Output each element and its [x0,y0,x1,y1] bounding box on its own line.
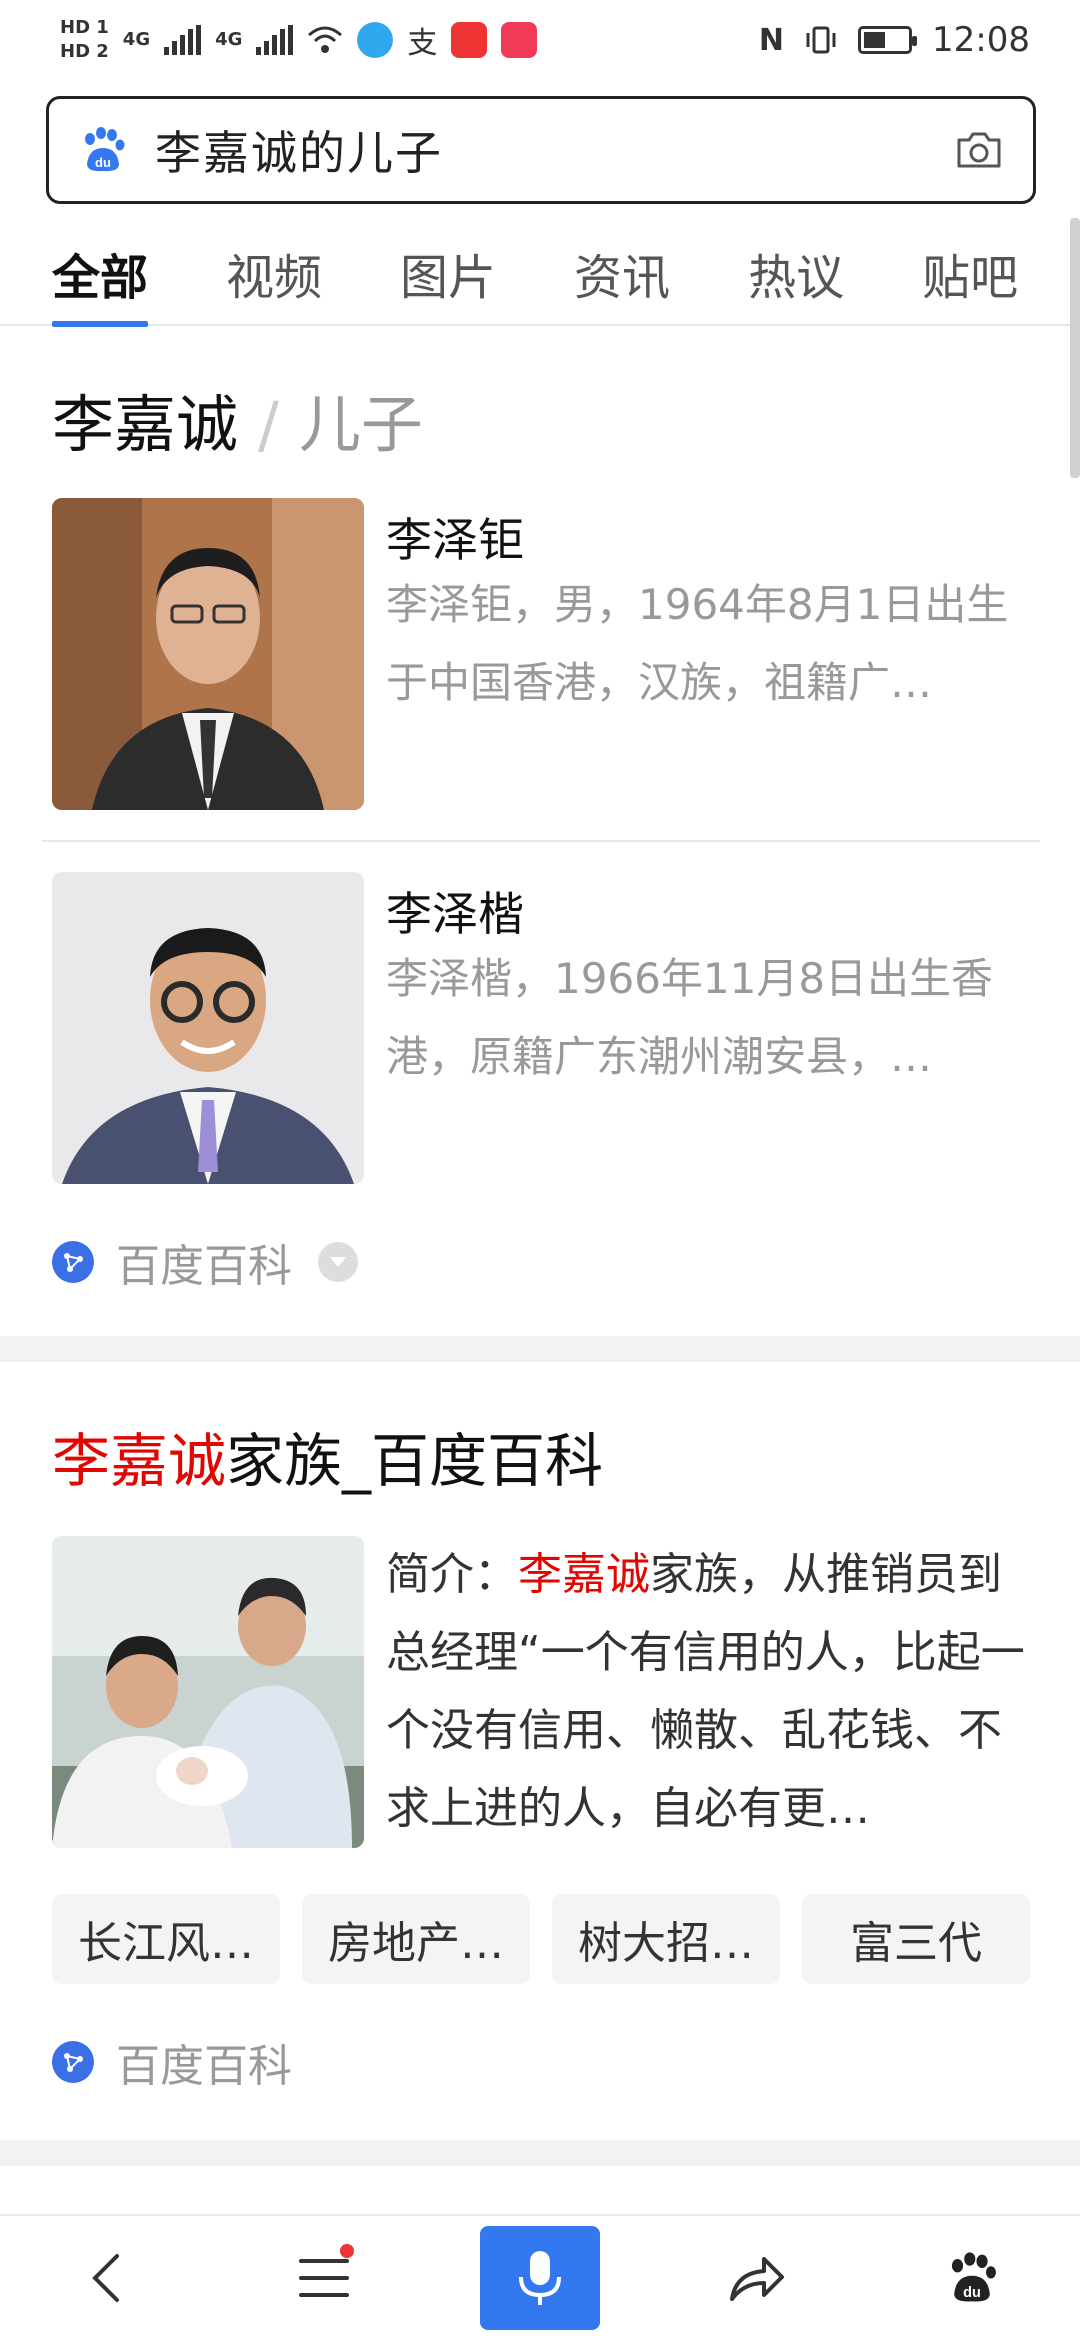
voice-search-button[interactable] [480,2226,600,2330]
divider [42,840,1040,842]
section-gap [0,1336,1080,1362]
tag-chip[interactable]: 长江风… [52,1894,280,1984]
relation-label: 儿子 [298,388,423,461]
search-input[interactable]: 李嘉诚的儿子 [155,117,953,183]
nfc-icon: N [758,22,785,58]
result-title[interactable]: 李嘉诚家族_百度百科 [52,1414,603,1498]
source-row[interactable]: 百度百科 [52,2030,292,2094]
family-photo-illustration [52,1536,364,1848]
battery-icon [858,26,918,54]
intro-highlight: 李嘉诚 [518,1549,650,1600]
chevron-down-icon[interactable] [318,1242,358,1282]
back-button[interactable] [48,2218,168,2338]
person-info: 李泽钜 李泽钜，男，1964年8月1日出生于中国香港，汉族，祖籍广… [386,498,1032,810]
menu-icon [299,2259,349,2297]
bottom-toolbar: du [0,2214,1080,2340]
hd1-label: HD 1 [60,17,109,38]
back-icon [92,2254,119,2302]
status-left: HD 1 HD 2 4G 4G 支 [60,18,538,62]
app-icon [357,22,394,58]
person-description: 李泽钜，男，1964年8月1日出生于中国香港，汉族，祖籍广… [386,580,1009,707]
title-separator: / [258,388,279,461]
notification-dot [340,2244,354,2258]
person-photo-illustration [52,872,364,1184]
person-item[interactable]: 李泽钜 李泽钜，男，1964年8月1日出生于中国香港，汉族，祖籍广… [52,498,1032,810]
hd2-label: HD 2 [60,41,109,62]
wifi-icon [308,26,343,53]
mic-icon [519,2251,561,2305]
search-box[interactable]: du 李嘉诚的儿子 [46,96,1036,204]
person-photo-illustration [52,498,364,810]
scrollbar[interactable] [1070,218,1080,478]
tag-chip[interactable]: 富三代 [802,1894,1030,1984]
tab-video[interactable]: 视频 [226,221,322,325]
video-app-icon [501,22,538,58]
network-label-1: 4G [122,29,151,50]
status-bar: HD 1 HD 2 4G 4G 支 N 12:08 [0,0,1080,80]
person-name[interactable]: 李泽钜 [386,504,1032,567]
camera-icon[interactable] [953,124,1005,176]
tag-chip[interactable]: 房地产… [302,1894,530,1984]
tag-chip[interactable]: 树大招… [552,1894,780,1984]
baike-logo-icon [52,1241,94,1283]
person-item[interactable]: 李泽楷 李泽楷，1966年11月8日出生香港，原籍广东潮州潮安县，… [52,872,1032,1184]
svg-text:du: du [963,2285,981,2301]
source-row[interactable]: 百度百科 [52,1230,358,1294]
alipay-icon: 支 [407,26,438,61]
entity-name[interactable]: 李嘉诚 [52,388,238,461]
tab-discussion[interactable]: 热议 [748,221,844,325]
tab-all[interactable]: 全部 [52,221,149,327]
baidu-paw-icon: du [85,127,125,172]
home-button[interactable]: du [912,2218,1032,2338]
person-description: 李泽楷，1966年11月8日出生香港，原籍广东潮州潮安县，… [386,954,994,1081]
signal-icon [164,25,202,55]
tag-row: 长江风… 房地产… 树大招… 富三代 [52,1894,1030,1984]
intro-label: 简介： [386,1549,518,1600]
result-snippet: 简介：李嘉诚家族，从推销员到总经理“一个有信用的人，比起一个没有信用、懒散、乱花… [386,1536,1032,1848]
tab-images[interactable]: 图片 [400,221,496,325]
menu-button[interactable] [264,2218,384,2338]
person-photo[interactable] [52,498,364,810]
person-name[interactable]: 李泽楷 [386,878,1032,941]
result-body[interactable]: 简介：李嘉诚家族，从推销员到总经理“一个有信用的人，比起一个没有信用、懒散、乱花… [52,1536,1032,1848]
source-label[interactable]: 百度百科 [116,1230,292,1294]
tab-bar: 全部 视频 图片 资讯 热议 贴吧 [0,221,1080,327]
battery-fill [864,32,886,48]
tab-news[interactable]: 资讯 [574,221,670,325]
signal-icon-2 [256,25,294,55]
baidu-home-icon: du [951,2252,996,2302]
music-app-icon [451,22,488,58]
tab-tieba[interactable]: 贴吧 [922,221,1018,325]
title-highlight: 李嘉诚 [52,1427,227,1495]
person-photo[interactable] [52,872,364,1184]
svg-text:du: du [95,155,111,170]
status-right: N 12:08 [759,20,1030,60]
title-rest: 家族_百度百科 [226,1427,604,1495]
network-label-2: 4G [215,29,243,50]
section-gap [0,2140,1080,2166]
share-button[interactable] [696,2218,816,2338]
knowledge-card-title: 李嘉诚 / 儿子 [52,374,423,464]
vibrate-icon [806,26,836,54]
source-label[interactable]: 百度百科 [116,2030,292,2094]
result-thumbnail[interactable] [52,1536,364,1848]
baike-logo-icon [52,2041,94,2083]
clock: 12:08 [932,20,1030,60]
share-icon [730,2257,784,2301]
person-info: 李泽楷 李泽楷，1966年11月8日出生香港，原籍广东潮州潮安县，… [386,872,1032,1184]
hd-indicator: HD 1 HD 2 [60,19,109,61]
